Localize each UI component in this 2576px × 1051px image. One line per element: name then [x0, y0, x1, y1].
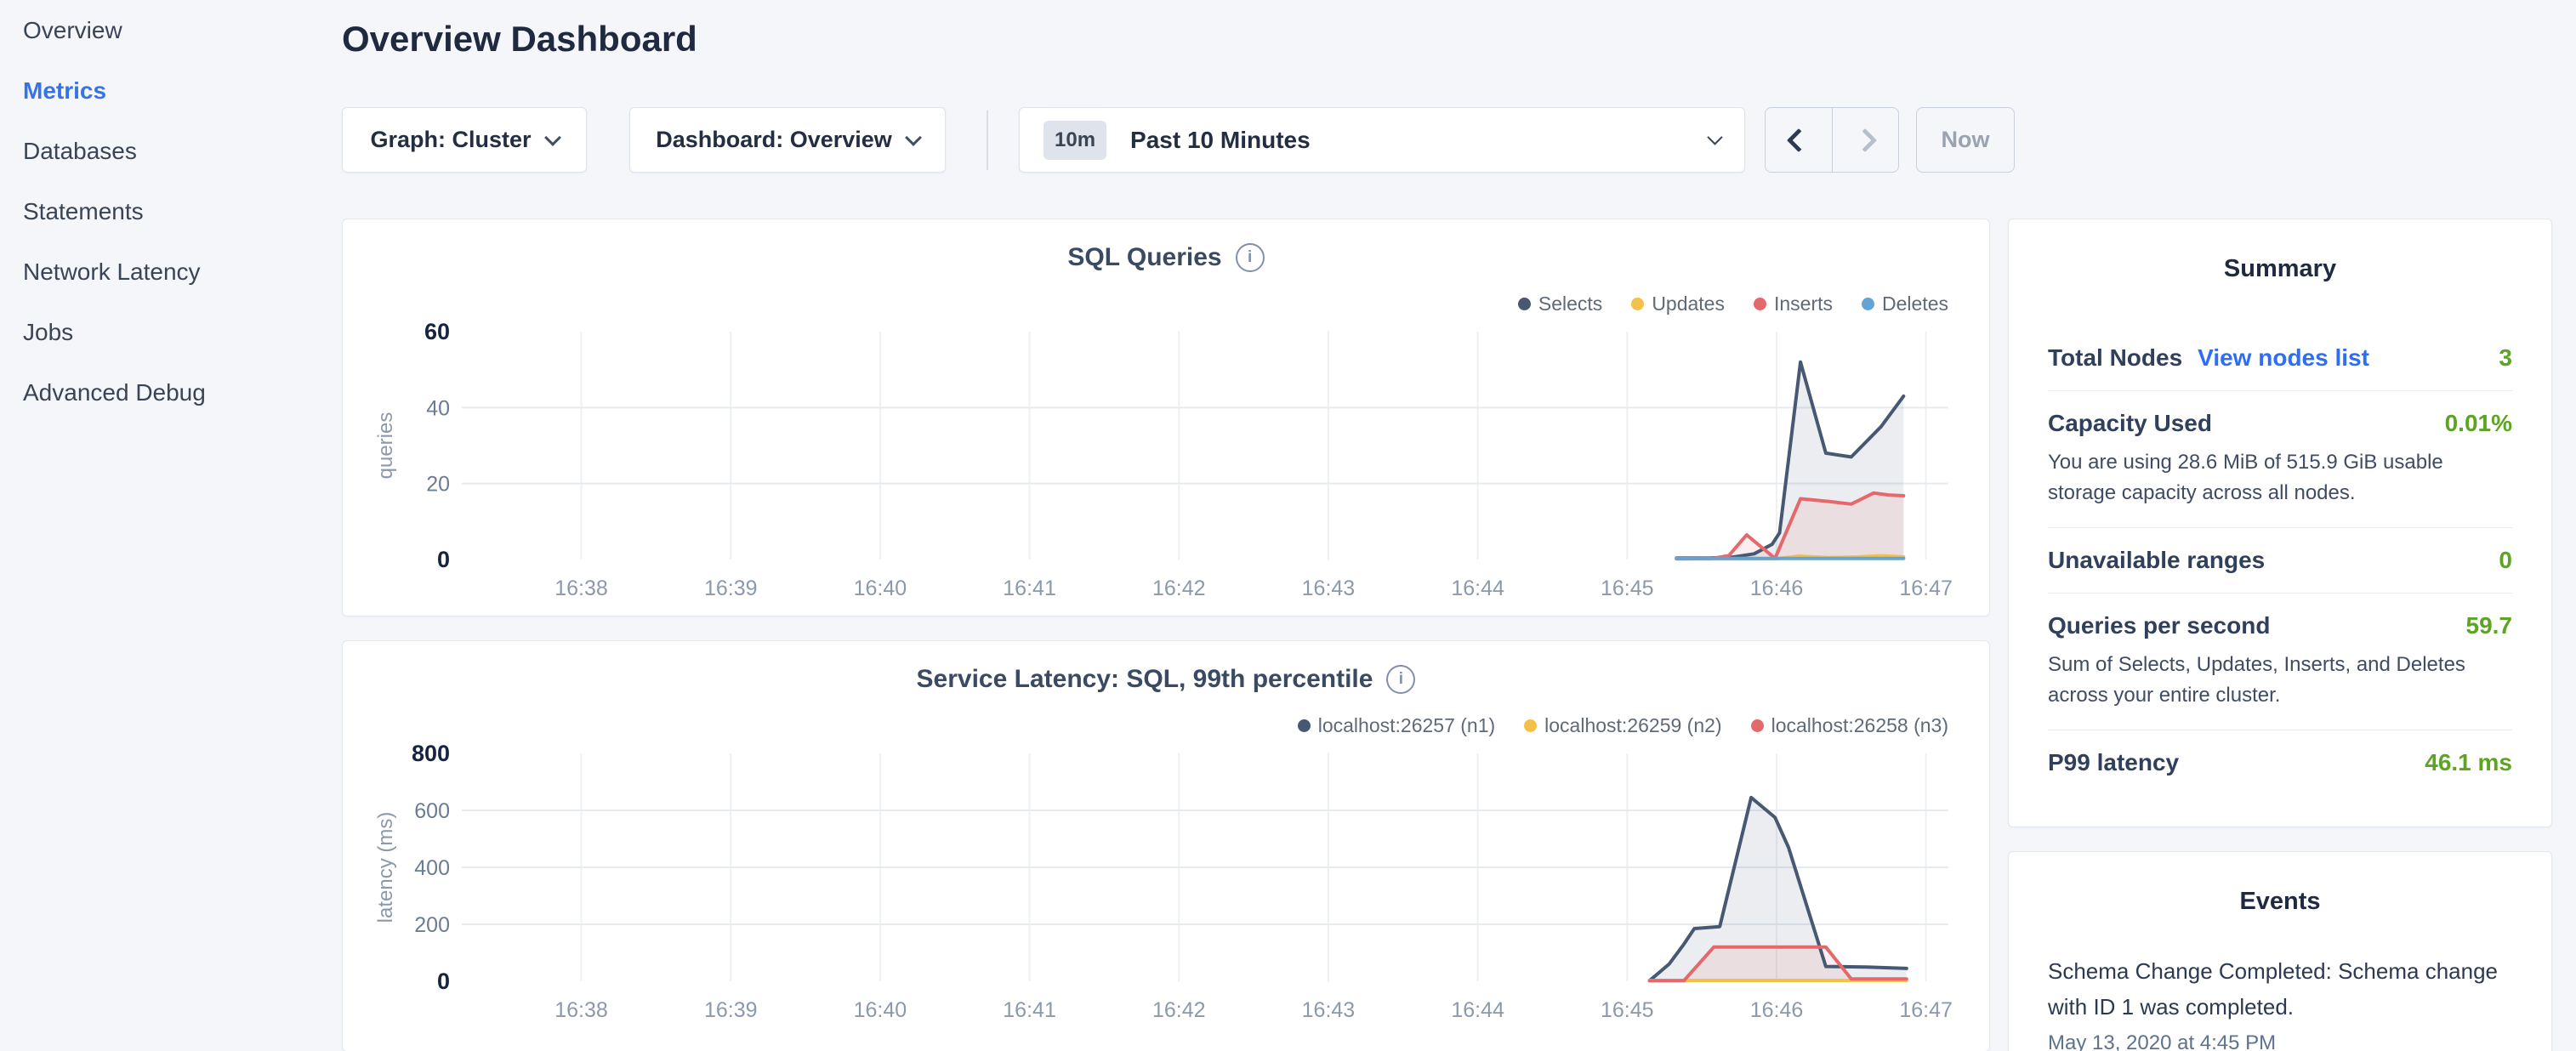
summary-card: Summary Total Nodes View nodes list 3 Ca… — [2008, 219, 2552, 827]
summary-row-unavailable-ranges: Unavailable ranges 0 — [2048, 528, 2512, 594]
svg-text:16:43: 16:43 — [1302, 998, 1356, 1022]
svg-text:16:41: 16:41 — [1003, 998, 1056, 1022]
svg-text:16:43: 16:43 — [1302, 577, 1356, 600]
svg-text:200: 200 — [414, 913, 450, 937]
svg-text:16:38: 16:38 — [554, 577, 608, 600]
chevron-down-icon — [1707, 129, 1722, 145]
svg-text:16:46: 16:46 — [1750, 577, 1804, 600]
summary-rows: Total Nodes View nodes list 3 Capacity U… — [2048, 326, 2512, 795]
summary-row-queries-per-second: Queries per second 59.7 Sum of Selects, … — [2048, 594, 2512, 730]
svg-text:16:42: 16:42 — [1152, 998, 1206, 1022]
summary-row-p99-latency: P99 latency 46.1 ms — [2048, 730, 2512, 795]
graph-dropdown-label: Graph: Cluster — [370, 127, 531, 153]
dashboard-dropdown-label: Dashboard: Overview — [656, 127, 892, 153]
summary-value: 3 — [2499, 344, 2512, 372]
events-card: Events Schema Change Completed: Schema c… — [2008, 851, 2552, 1051]
summary-value: 46.1 ms — [2425, 749, 2512, 776]
svg-text:600: 600 — [414, 799, 450, 823]
sidebar-item-overview[interactable]: Overview — [23, 0, 329, 60]
graph-dropdown[interactable]: Graph: Cluster — [342, 107, 587, 173]
svg-text:20: 20 — [426, 473, 450, 497]
event-timestamp: May 13, 2020 at 4:45 PM — [2048, 1031, 2512, 1051]
svg-text:16:41: 16:41 — [1003, 577, 1056, 600]
summary-value: 0.01% — [2445, 410, 2512, 437]
svg-text:16:38: 16:38 — [554, 998, 608, 1022]
svg-text:800: 800 — [412, 741, 450, 766]
dashboard-dropdown[interactable]: Dashboard: Overview — [629, 107, 946, 173]
chevron-right-icon — [1853, 128, 1877, 151]
chevron-left-icon — [1787, 128, 1811, 151]
summary-description: Sum of Selects, Updates, Inserts, and De… — [2048, 650, 2512, 711]
next-time-button[interactable] — [1833, 108, 1899, 172]
summary-label: Total Nodes — [2048, 344, 2182, 372]
summary-label: Queries per second — [2048, 612, 2270, 639]
event-item: Schema Change Completed: Schema change w… — [2048, 953, 2512, 1051]
app-screen: Overview Metrics Databases Statements Ne… — [0, 0, 2576, 1051]
sidebar-item-network-latency[interactable]: Network Latency — [23, 241, 329, 302]
svg-text:queries: queries — [374, 412, 397, 480]
chevron-down-icon — [544, 129, 561, 146]
events-title: Events — [2048, 888, 2512, 916]
sidebar-item-databases[interactable]: Databases — [23, 121, 329, 181]
svg-text:0: 0 — [437, 969, 450, 994]
svg-text:40: 40 — [426, 396, 450, 420]
summary-row-capacity-used: Capacity Used 0.01% You are using 28.6 M… — [2048, 391, 2512, 528]
prev-time-button[interactable] — [1766, 108, 1833, 172]
svg-text:16:47: 16:47 — [1899, 577, 1953, 600]
service-latency-chart-card: Service Latency: SQL, 99th percentile i … — [342, 640, 1990, 1051]
sql-queries-chart[interactable]: 16:38 16:39 16:40 16:41 16:42 16:43 16:44 16:45… — [343, 219, 1991, 617]
summary-row-total-nodes: Total Nodes View nodes list 3 — [2048, 326, 2512, 391]
svg-text:16:40: 16:40 — [854, 577, 907, 600]
controls-divider — [987, 111, 988, 170]
svg-text:16:44: 16:44 — [1451, 577, 1504, 600]
summary-label: Unavailable ranges — [2048, 547, 2265, 574]
summary-description: You are using 28.6 MiB of 515.9 GiB usab… — [2048, 447, 2512, 508]
sidebar-item-metrics[interactable]: Metrics — [23, 60, 329, 121]
time-range-badge: 10m — [1043, 121, 1106, 160]
summary-title: Summary — [2048, 255, 2512, 283]
svg-text:16:40: 16:40 — [854, 998, 907, 1022]
svg-text:0: 0 — [437, 547, 450, 572]
sql-queries-chart-card: SQL Queries i SelectsUpdatesInsertsDelet… — [342, 219, 1990, 616]
time-step-buttons — [1765, 107, 1899, 173]
time-range-picker[interactable]: 10m Past 10 Minutes — [1019, 107, 1745, 173]
event-message: Schema Change Completed: Schema change w… — [2048, 953, 2512, 1025]
svg-text:latency (ms): latency (ms) — [374, 812, 397, 923]
service-latency-chart[interactable]: 16:38 16:39 16:40 16:41 16:42 16:43 16:44 16:45… — [343, 641, 1991, 1039]
sidebar-item-jobs[interactable]: Jobs — [23, 302, 329, 362]
svg-text:16:39: 16:39 — [704, 577, 758, 600]
svg-text:16:47: 16:47 — [1899, 998, 1953, 1022]
summary-label: Capacity Used — [2048, 410, 2212, 437]
svg-text:16:44: 16:44 — [1451, 998, 1504, 1022]
svg-text:16:46: 16:46 — [1750, 998, 1804, 1022]
time-range-label: Past 10 Minutes — [1130, 127, 1709, 154]
view-nodes-list-link[interactable]: View nodes list — [2198, 344, 2369, 372]
sidebar-item-statements[interactable]: Statements — [23, 181, 329, 241]
summary-value: 59.7 — [2466, 612, 2513, 639]
page-title: Overview Dashboard — [342, 19, 697, 60]
summary-label: P99 latency — [2048, 749, 2179, 776]
sidebar-item-advanced-debug[interactable]: Advanced Debug — [23, 362, 329, 423]
now-button[interactable]: Now — [1916, 107, 2015, 173]
svg-text:16:45: 16:45 — [1601, 998, 1654, 1022]
chevron-down-icon — [905, 129, 922, 146]
summary-value: 0 — [2499, 547, 2512, 574]
svg-text:16:42: 16:42 — [1152, 577, 1206, 600]
svg-text:16:45: 16:45 — [1601, 577, 1654, 600]
sidebar: Overview Metrics Databases Statements Ne… — [23, 0, 329, 423]
svg-text:400: 400 — [414, 856, 450, 880]
svg-text:16:39: 16:39 — [704, 998, 758, 1022]
svg-text:60: 60 — [424, 319, 450, 344]
